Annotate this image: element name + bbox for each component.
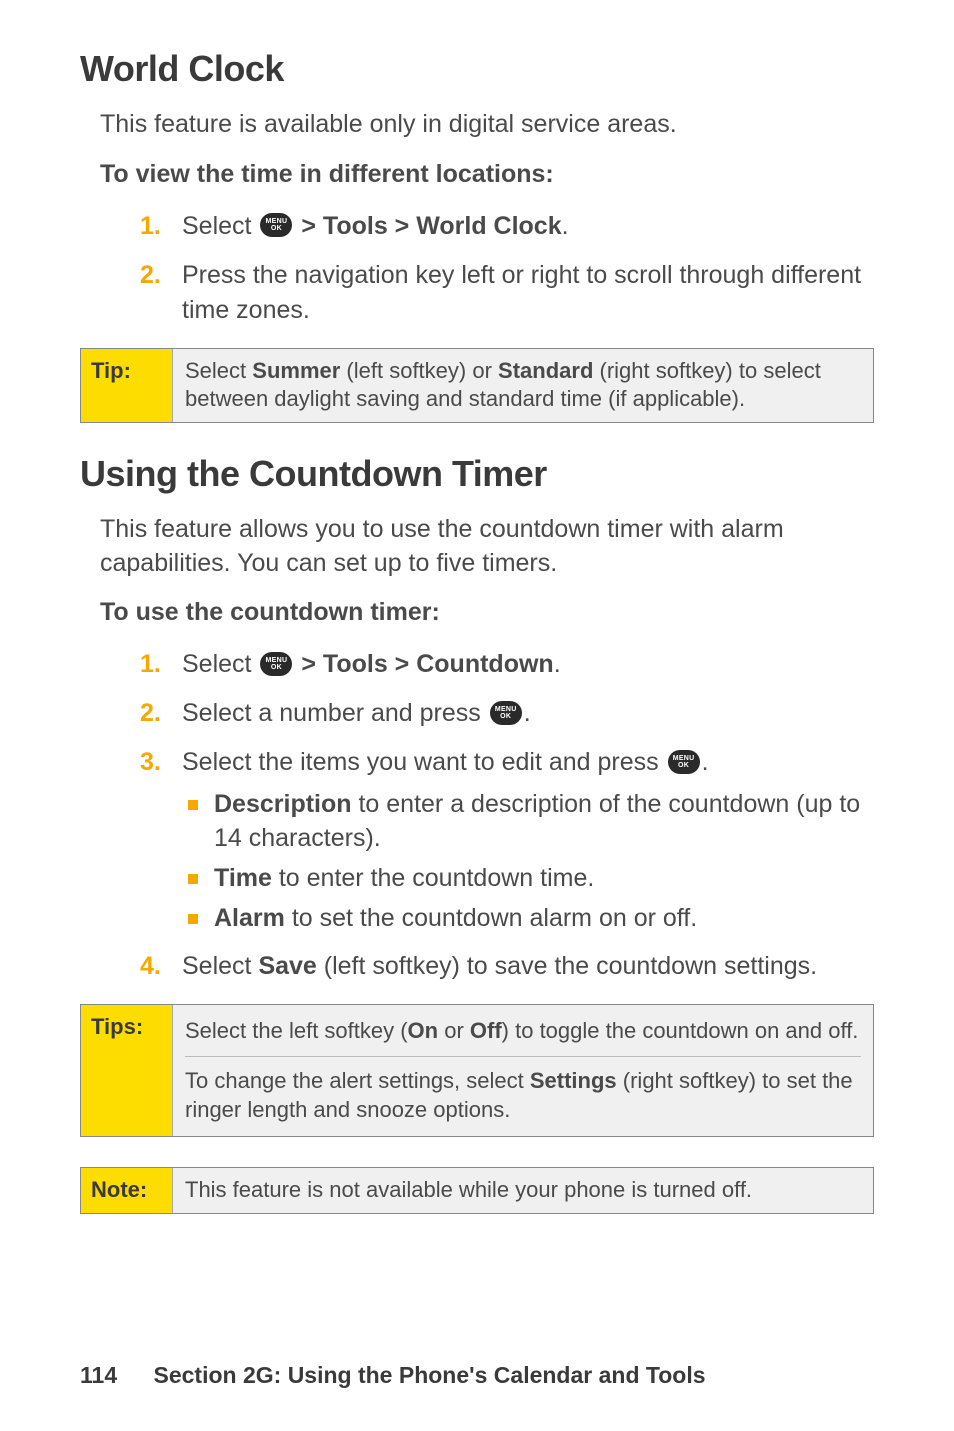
step-text-end: . [524, 699, 531, 727]
subhead-countdown: To use the countdown timer: [100, 598, 874, 627]
step-text-bold: > Tools > World Clock [294, 212, 561, 240]
step-1: 1. Select MENUOK > Tools > World Clock. [140, 209, 874, 244]
tips-row-1: Select the left softkey (On or Off) to t… [185, 1013, 861, 1050]
note-body: This feature is not available while your… [173, 1168, 873, 1213]
bullet-alarm: Alarm to set the countdown alarm on or o… [182, 902, 874, 936]
step-text: Press the navigation key left or right t… [182, 261, 861, 324]
intro-countdown: This feature allows you to use the count… [100, 513, 874, 581]
step-text-end: . [702, 748, 709, 776]
tips-label: Tips: [81, 1005, 173, 1136]
note-callout: Note: This feature is not available whil… [80, 1167, 874, 1214]
steps-world-clock: 1. Select MENUOK > Tools > World Clock. … [140, 209, 874, 328]
tip-label: Tip: [81, 349, 173, 422]
step-number: 2. [140, 258, 161, 293]
page-number: 114 [80, 1362, 117, 1388]
heading-world-clock: World Clock [80, 48, 874, 90]
step-number: 4. [140, 949, 161, 984]
step-text-pre: Select the items you want to edit and pr… [182, 748, 666, 776]
page-footer: 114 Section 2G: Using the Phone's Calend… [80, 1362, 706, 1389]
step-text-post: (left softkey) to save the countdown set… [317, 952, 817, 980]
heading-countdown: Using the Countdown Timer [80, 453, 874, 495]
step-text-pre: Select [182, 212, 258, 240]
step-text-pre: Select [182, 650, 258, 678]
step-3: 3. Select the items you want to edit and… [140, 745, 874, 935]
tips-callout: Tips: Select the left softkey (On or Off… [80, 1004, 874, 1137]
step-number: 2. [140, 696, 161, 731]
step-2: 2. Select a number and press MENUOK. [140, 696, 874, 731]
note-label: Note: [81, 1168, 173, 1213]
step-text-end: . [554, 650, 561, 678]
bullet-list: Description to enter a description of th… [182, 788, 874, 935]
tips-row-2: To change the alert settings, select Set… [185, 1056, 861, 1128]
step-number: 1. [140, 209, 161, 244]
bullet-time: Time to enter the countdown time. [182, 862, 874, 896]
intro-text: This feature is available only in digita… [100, 108, 874, 142]
tips-body: Select the left softkey (On or Off) to t… [173, 1005, 873, 1136]
step-1: 1. Select MENUOK > Tools > Countdown. [140, 647, 874, 682]
step-text-end: . [562, 212, 569, 240]
step-text-pre: Select [182, 952, 258, 980]
menu-ok-icon: MENUOK [260, 213, 292, 237]
tip-callout: Tip: Select Summer (left softkey) or Sta… [80, 348, 874, 423]
step-text-bold: > Tools > Countdown [294, 650, 553, 678]
step-text-pre: Select a number and press [182, 699, 488, 727]
step-2: 2. Press the navigation key left or righ… [140, 258, 874, 328]
step-number: 3. [140, 745, 161, 780]
subhead-view-time: To view the time in different locations: [100, 160, 874, 189]
step-text-bold: Save [258, 952, 316, 980]
steps-countdown: 1. Select MENUOK > Tools > Countdown. 2.… [140, 647, 874, 984]
menu-ok-icon: MENUOK [260, 652, 292, 676]
menu-ok-icon: MENUOK [490, 701, 522, 725]
footer-text: Section 2G: Using the Phone's Calendar a… [154, 1362, 706, 1388]
bullet-description: Description to enter a description of th… [182, 788, 874, 856]
step-number: 1. [140, 647, 161, 682]
tip-body: Select Summer (left softkey) or Standard… [173, 349, 873, 422]
step-4: 4. Select Save (left softkey) to save th… [140, 949, 874, 984]
menu-ok-icon: MENUOK [668, 750, 700, 774]
